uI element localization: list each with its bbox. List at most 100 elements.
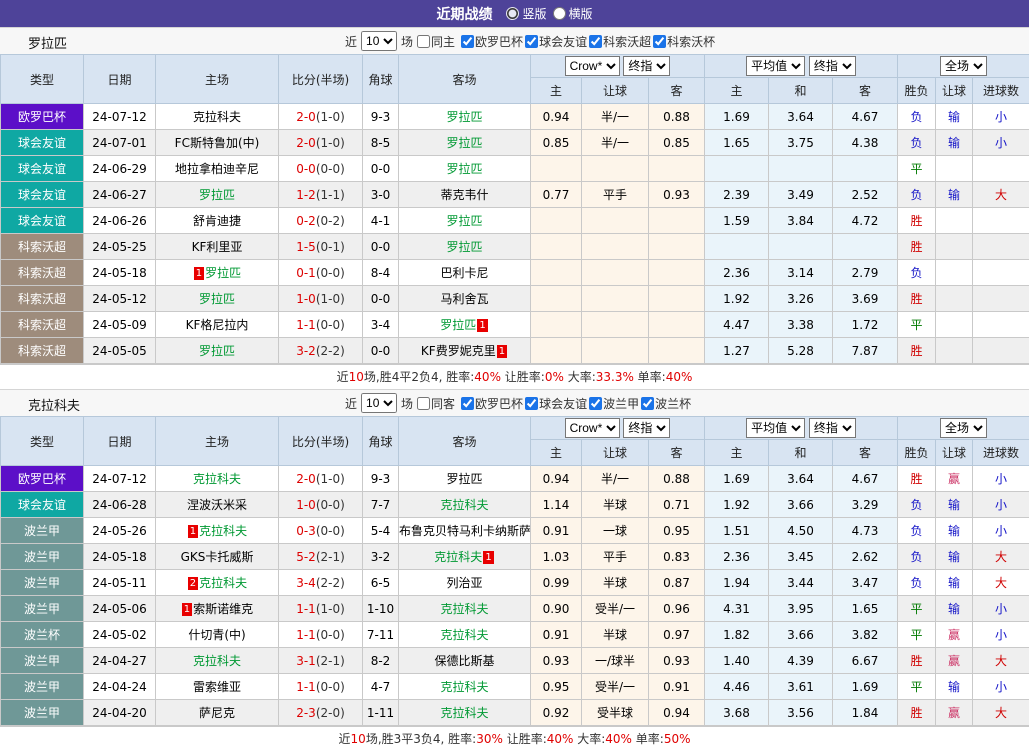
same-venue-checkbox[interactable] xyxy=(417,397,430,410)
fulltime-score: 3-4 xyxy=(296,576,316,590)
match-date: 24-06-26 xyxy=(84,208,156,234)
match-date: 24-07-12 xyxy=(84,104,156,130)
match-count-select[interactable]: 10 xyxy=(361,31,397,51)
filter-bar: 近 10 场 同客 欧罗巴杯球会友谊波兰甲波兰杯 xyxy=(345,393,691,413)
league-badge: 科索沃超 xyxy=(1,338,84,364)
team-label: 罗拉匹 xyxy=(446,472,482,486)
goals-result-cell: 小 xyxy=(973,674,1029,700)
home-team-cell: 地拉拿柏迪辛尼 xyxy=(156,156,279,182)
home-team-cell: 克拉科夫 xyxy=(156,104,279,130)
team-label: 罗拉匹 xyxy=(199,188,235,202)
crow-home-odds: 1.03 xyxy=(531,544,582,570)
odds-time-select-1[interactable]: 终指 xyxy=(623,56,670,76)
bookmaker-select[interactable]: Crow* xyxy=(565,418,620,438)
home-team-cell: 萨尼克 xyxy=(156,700,279,726)
scope-select[interactable]: 全场 xyxy=(940,418,987,438)
avg-away-odds: 6.67 xyxy=(833,648,898,674)
crow-away-odds: 0.94 xyxy=(649,700,705,726)
summary-segment: 让胜率: xyxy=(501,370,545,384)
match-date: 24-06-28 xyxy=(84,492,156,518)
league-filter[interactable]: 科索沃超 xyxy=(589,33,651,50)
avg-draw-odds: 3.66 xyxy=(769,622,833,648)
average-select[interactable]: 平均值 xyxy=(746,56,805,76)
team-label: 克拉科夫 xyxy=(440,680,488,694)
home-team-cell: KF利里亚 xyxy=(156,234,279,260)
scope-select[interactable]: 全场 xyxy=(940,56,987,76)
league-checkbox[interactable] xyxy=(653,35,666,48)
avg-home-odds: 1.69 xyxy=(705,104,769,130)
layout-option-horizontal[interactable]: 横版 xyxy=(553,5,593,22)
team-label: 罗拉匹 xyxy=(440,318,476,332)
corners-cell: 1-11 xyxy=(363,700,399,726)
goals-result-cell xyxy=(973,234,1029,260)
goals-result-cell: 小 xyxy=(973,104,1029,130)
horizontal-radio[interactable] xyxy=(553,7,566,20)
team-label: FC斯特鲁加(中) xyxy=(175,136,260,150)
match-count-select[interactable]: 10 xyxy=(361,393,397,413)
red-card-badge: 1 xyxy=(194,267,204,280)
red-card-badge: 1 xyxy=(497,345,507,358)
crow-handicap xyxy=(582,286,649,312)
result-cell: 负 xyxy=(898,182,936,208)
away-team-cell: 克拉科夫 xyxy=(399,622,531,648)
odds-time-select-2[interactable]: 终指 xyxy=(809,418,856,438)
same-venue-filter[interactable]: 同客 xyxy=(417,395,455,412)
avg-draw-odds: 3.75 xyxy=(769,130,833,156)
avg-home-odds: 1.92 xyxy=(705,492,769,518)
league-filter[interactable]: 波兰杯 xyxy=(641,395,691,412)
odds-time-select-2[interactable]: 终指 xyxy=(809,56,856,76)
avg-draw-odds xyxy=(769,234,833,260)
result-cell: 平 xyxy=(898,312,936,338)
crow-away-odds: 0.83 xyxy=(649,544,705,570)
odds-time-select-1[interactable]: 终指 xyxy=(623,418,670,438)
league-checkbox[interactable] xyxy=(461,35,474,48)
league-checkbox[interactable] xyxy=(525,397,538,410)
layout-option-vertical[interactable]: 竖版 xyxy=(506,5,546,22)
fulltime-score: 0-2 xyxy=(296,214,316,228)
result-cell: 负 xyxy=(898,518,936,544)
col-avg-draw: 和 xyxy=(769,78,833,104)
avg-home-odds: 2.36 xyxy=(705,260,769,286)
score-cell: 1-0(1-0) xyxy=(279,286,363,312)
handicap-result-cell xyxy=(936,312,973,338)
average-select[interactable]: 平均值 xyxy=(746,418,805,438)
summary-segment: 场,胜4平2负4, 胜率: xyxy=(364,370,474,384)
summary-segment: 40% xyxy=(547,732,574,746)
halftime-score: (1-0) xyxy=(316,110,345,124)
league-checkbox[interactable] xyxy=(589,35,602,48)
score-cell: 1-1(0-0) xyxy=(279,622,363,648)
league-filter[interactable]: 球会友谊 xyxy=(525,33,587,50)
match-row: 波兰甲24-05-261克拉科夫0-3(0-0)5-4布鲁克贝特马利卡纳斯萨0.… xyxy=(1,518,1029,544)
crow-home-odds: 0.95 xyxy=(531,674,582,700)
league-filter[interactable]: 欧罗巴杯 xyxy=(461,33,523,50)
league-filter[interactable]: 波兰甲 xyxy=(589,395,639,412)
same-venue-filter[interactable]: 同主 xyxy=(417,33,455,50)
summary-segment: 10 xyxy=(349,370,364,384)
league-checkbox[interactable] xyxy=(525,35,538,48)
league-filter[interactable]: 球会友谊 xyxy=(525,395,587,412)
halftime-score: (1-0) xyxy=(316,602,345,616)
matches-table-away: 类型 日期 主场 比分(半场) 角球 客场 Crow* 终指 平均值 终指 全场… xyxy=(0,416,1029,726)
handicap-result-cell xyxy=(936,156,973,182)
vertical-radio[interactable] xyxy=(506,7,519,20)
match-row: 波兰甲24-04-24雷索维亚1-1(0-0)4-7克拉科夫0.95受半/一0.… xyxy=(1,674,1029,700)
match-date: 24-06-29 xyxy=(84,156,156,182)
crow-away-odds: 0.96 xyxy=(649,596,705,622)
away-team-cell: 罗拉匹 xyxy=(399,234,531,260)
league-filter[interactable]: 欧罗巴杯 xyxy=(461,395,523,412)
fulltime-score: 1-0 xyxy=(296,498,316,512)
league-checkbox[interactable] xyxy=(461,397,474,410)
league-filter[interactable]: 科索沃杯 xyxy=(653,33,715,50)
league-badge: 波兰甲 xyxy=(1,674,84,700)
crow-handicap xyxy=(582,260,649,286)
away-team-cell: 布鲁克贝特马利卡纳斯萨 xyxy=(399,518,531,544)
match-row: 科索沃超24-05-09KF格尼拉内1-1(0-0)3-4罗拉匹14.473.3… xyxy=(1,312,1029,338)
avg-draw-odds: 3.45 xyxy=(769,544,833,570)
league-checkbox[interactable] xyxy=(589,397,602,410)
goals-result-cell: 大 xyxy=(973,570,1029,596)
league-checkbox[interactable] xyxy=(641,397,654,410)
bookmaker-select[interactable]: Crow* xyxy=(565,56,620,76)
result-cell: 负 xyxy=(898,260,936,286)
same-venue-checkbox[interactable] xyxy=(417,35,430,48)
handicap-result-cell: 赢 xyxy=(936,622,973,648)
